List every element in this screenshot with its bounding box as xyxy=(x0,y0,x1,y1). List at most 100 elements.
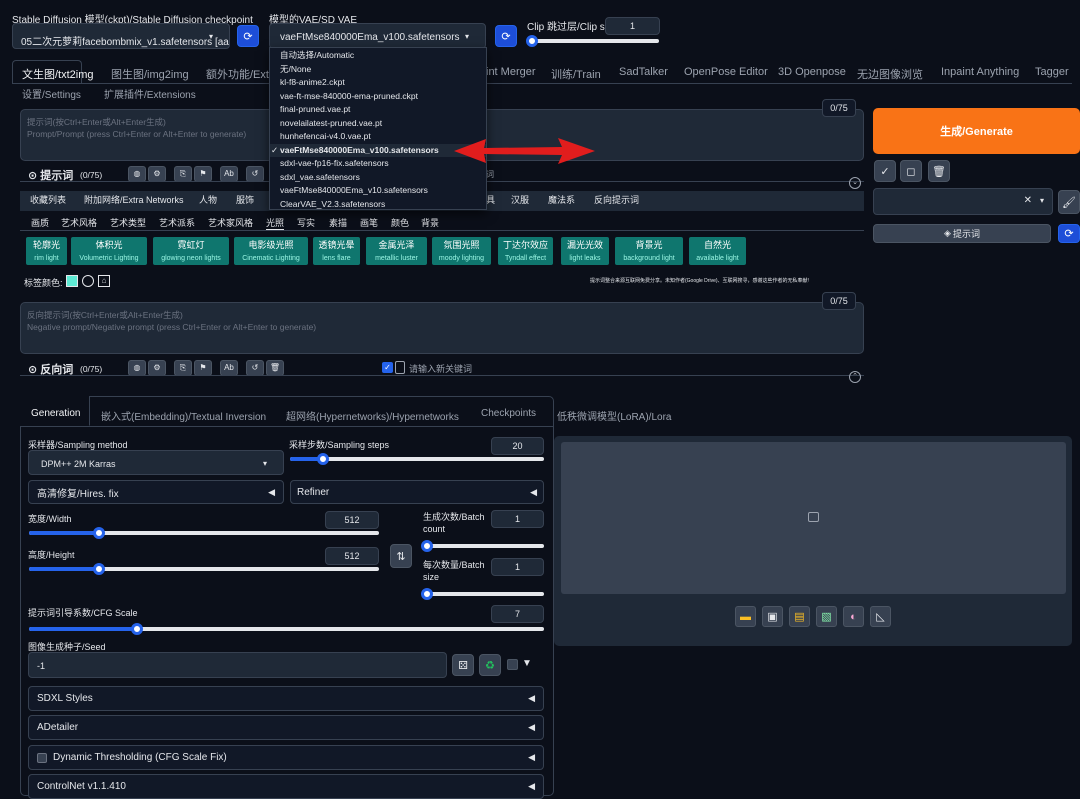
styles-select[interactable]: ✕ ▾ xyxy=(873,188,1053,215)
extra-seed-checkbox[interactable] xyxy=(507,659,518,670)
keyword-checkbox[interactable]: ✓ xyxy=(382,362,393,373)
globe-icon[interactable]: ◍ xyxy=(128,360,146,376)
dynamic-thresholding-accordion[interactable]: Dynamic Thresholding (CFG Scale Fix) ◀ xyxy=(28,745,544,770)
height-slider[interactable] xyxy=(29,563,379,575)
chevron-up-icon[interactable]: ⌃ xyxy=(849,371,861,383)
swap-dimensions-button[interactable]: ⇅ xyxy=(390,544,412,568)
tab-inpaint-anything[interactable]: Inpaint Anything xyxy=(941,66,1019,78)
slider-thumb[interactable] xyxy=(421,588,433,600)
refresh-vae-button[interactable]: ⟳ xyxy=(495,25,517,47)
tab-lora[interactable]: 低秩微调模型(LoRA)/Lora xyxy=(557,408,671,423)
cfg-slider[interactable] xyxy=(29,623,544,635)
steps-slider[interactable] xyxy=(290,453,544,465)
prompt-helper-button[interactable]: ◈ 提示词 xyxy=(873,224,1051,243)
cat-tab-background[interactable]: 背景 xyxy=(421,216,439,229)
style-tab-hanfu[interactable]: 汉服 xyxy=(511,193,529,206)
sdxl-styles-accordion[interactable]: SDXL Styles ◀ xyxy=(28,686,544,711)
slider-thumb[interactable] xyxy=(93,563,105,575)
tab-openpose-editor[interactable]: OpenPose Editor xyxy=(684,66,768,78)
history-icon[interactable]: ↺ xyxy=(246,166,264,182)
cat-tab-brush[interactable]: 画笔 xyxy=(360,216,378,229)
dice-icon[interactable]: ⚄ xyxy=(452,654,474,676)
vae-option[interactable]: ClearVAE_V2.3.safetensors xyxy=(270,198,486,212)
tab-sadtalker[interactable]: SadTalker xyxy=(619,66,668,78)
chip-lens-flare[interactable]: 透镜光晕 lens flare xyxy=(313,237,360,265)
cfg-input[interactable]: 7 xyxy=(491,605,544,623)
cat-tab-art-type[interactable]: 艺术类型 xyxy=(110,216,146,229)
tab-extras[interactable]: 额外功能/Extra xyxy=(206,66,279,82)
vae-option[interactable]: final-pruned.vae.pt xyxy=(270,103,486,117)
chip-cinematic[interactable]: 电影级光照 Cinematic Lighting xyxy=(234,237,308,265)
tab-checkpoints[interactable]: Checkpoints xyxy=(481,408,536,419)
cat-tab-quality[interactable]: 画质 xyxy=(31,216,49,229)
tab-train[interactable]: 训练/Train xyxy=(551,66,601,82)
color-swatch-home-icon[interactable]: ⌂ xyxy=(98,275,110,287)
batch-size-input[interactable]: 1 xyxy=(491,558,544,576)
tab-3d-openpose[interactable]: 3D Openpose xyxy=(778,66,846,78)
slider-thumb[interactable] xyxy=(526,35,538,47)
ruler-icon[interactable]: ◺ xyxy=(870,606,891,627)
tab-image-browser[interactable]: 无边图像浏览 xyxy=(857,66,923,82)
tab-embedding[interactable]: 嵌入式(Embedding)/Textual Inversion xyxy=(101,408,266,423)
clip-skip-slider[interactable] xyxy=(526,35,659,47)
palette-icon[interactable]: ◐ xyxy=(843,606,864,627)
tab-hypernetworks[interactable]: 超网络(Hypernetworks)/Hypernetworks xyxy=(286,408,459,423)
gear-icon[interactable]: ⚙ xyxy=(148,360,166,376)
style-tab-extra-networks[interactable]: 附加网络/Extra Networks xyxy=(84,193,184,206)
chip-volumetric[interactable]: 体积光 Volumetric Lighting xyxy=(71,237,147,265)
tab-merger[interactable]: int Merger xyxy=(486,66,536,78)
cat-tab-sketch[interactable]: 素描 xyxy=(329,216,347,229)
tab-extensions[interactable]: 扩展插件/Extensions xyxy=(104,86,196,101)
adetailer-accordion[interactable]: ADetailer ◀ xyxy=(28,715,544,740)
slider-thumb[interactable] xyxy=(317,453,330,465)
globe-icon[interactable]: ◍ xyxy=(128,166,146,182)
tab-settings[interactable]: 设置/Settings xyxy=(22,86,81,101)
tab-generation[interactable]: Generation xyxy=(31,408,80,419)
zip-icon[interactable]: ▤ xyxy=(789,606,810,627)
brush-icon[interactable]: 🖌 xyxy=(1058,190,1080,214)
cat-tab-art-school[interactable]: 艺术派系 xyxy=(159,216,195,229)
style-tab-partial[interactable]: 具 xyxy=(486,193,495,206)
import-icon[interactable]: ⎘ xyxy=(174,360,192,376)
width-input[interactable]: 512 xyxy=(325,511,379,529)
vae-option[interactable]: novelailatest-pruned.vae.pt xyxy=(270,117,486,131)
style-tab-characters[interactable]: 人物 xyxy=(199,193,217,206)
style-tab-favorites[interactable]: 收藏列表 xyxy=(30,193,66,206)
tab-tagger[interactable]: Tagger xyxy=(1035,66,1069,78)
hires-fix-accordion[interactable]: 高清修复/Hires. fix ◀ xyxy=(28,480,284,504)
negative-prompt-textarea[interactable]: 反向提示词(按Ctrl+Enter或Alt+Enter生成) Negative … xyxy=(20,302,864,354)
chip-metallic[interactable]: 金属光泽 metallic luster xyxy=(366,237,427,265)
slider-thumb[interactable] xyxy=(93,527,105,539)
cat-tab-lighting[interactable]: 光照 xyxy=(266,216,285,230)
keyword-input[interactable]: 请输入新关键词 xyxy=(409,362,472,375)
bookmark-icon[interactable]: ⚑ xyxy=(194,360,212,376)
chip-neon[interactable]: 霓虹灯 glowing neon lights xyxy=(153,237,229,265)
vae-option[interactable]: 自动选择/Automatic xyxy=(270,49,486,63)
chip-available-light[interactable]: 自然光 available light xyxy=(689,237,746,265)
refiner-accordion[interactable]: Refiner ◀ xyxy=(290,480,544,504)
batch-count-input[interactable]: 1 xyxy=(491,510,544,528)
cat-tab-art-style[interactable]: 艺术风格 xyxy=(61,216,97,229)
cat-tab-color[interactable]: 颜色 xyxy=(391,216,409,229)
checkpoint-select[interactable]: 05二次元萝莉facebombmix_v1.safetensors [aa ▾ xyxy=(12,23,230,49)
vae-option[interactable]: vae-ft-mse-840000-ema-pruned.ckpt xyxy=(270,90,486,104)
import-icon[interactable]: ⎘ xyxy=(174,166,192,182)
ab-icon[interactable]: Ab xyxy=(220,360,238,376)
vae-option[interactable]: kl-f8-anime2.ckpt xyxy=(270,76,486,90)
save-icon[interactable]: ▣ xyxy=(762,606,783,627)
square-icon[interactable]: ◻ xyxy=(900,160,922,182)
output-image-area[interactable] xyxy=(561,442,1066,594)
trash-icon[interactable]: 🗑 xyxy=(928,160,950,182)
trash-icon[interactable]: 🗑 xyxy=(266,360,284,376)
vae-select[interactable]: vaeFtMse840000Ema_v100.safetensors ▾ xyxy=(269,23,486,49)
cat-tab-realistic[interactable]: 写实 xyxy=(297,216,315,229)
refresh-icon[interactable]: ⟳ xyxy=(1058,224,1080,243)
chevron-up-icon[interactable]: ⌄ xyxy=(849,177,861,189)
controlnet-accordion[interactable]: ControlNet v1.1.410 ◀ xyxy=(28,774,544,799)
history-icon[interactable]: ↺ xyxy=(246,360,264,376)
color-swatch-teal[interactable] xyxy=(66,275,78,287)
style-tab-clothing[interactable]: 服饰 xyxy=(236,193,254,206)
refresh-checkpoint-button[interactable]: ⟳ xyxy=(237,25,259,47)
recycle-icon[interactable]: ♻ xyxy=(479,654,501,676)
vae-option[interactable]: sdxl_vae.safetensors xyxy=(270,171,486,185)
